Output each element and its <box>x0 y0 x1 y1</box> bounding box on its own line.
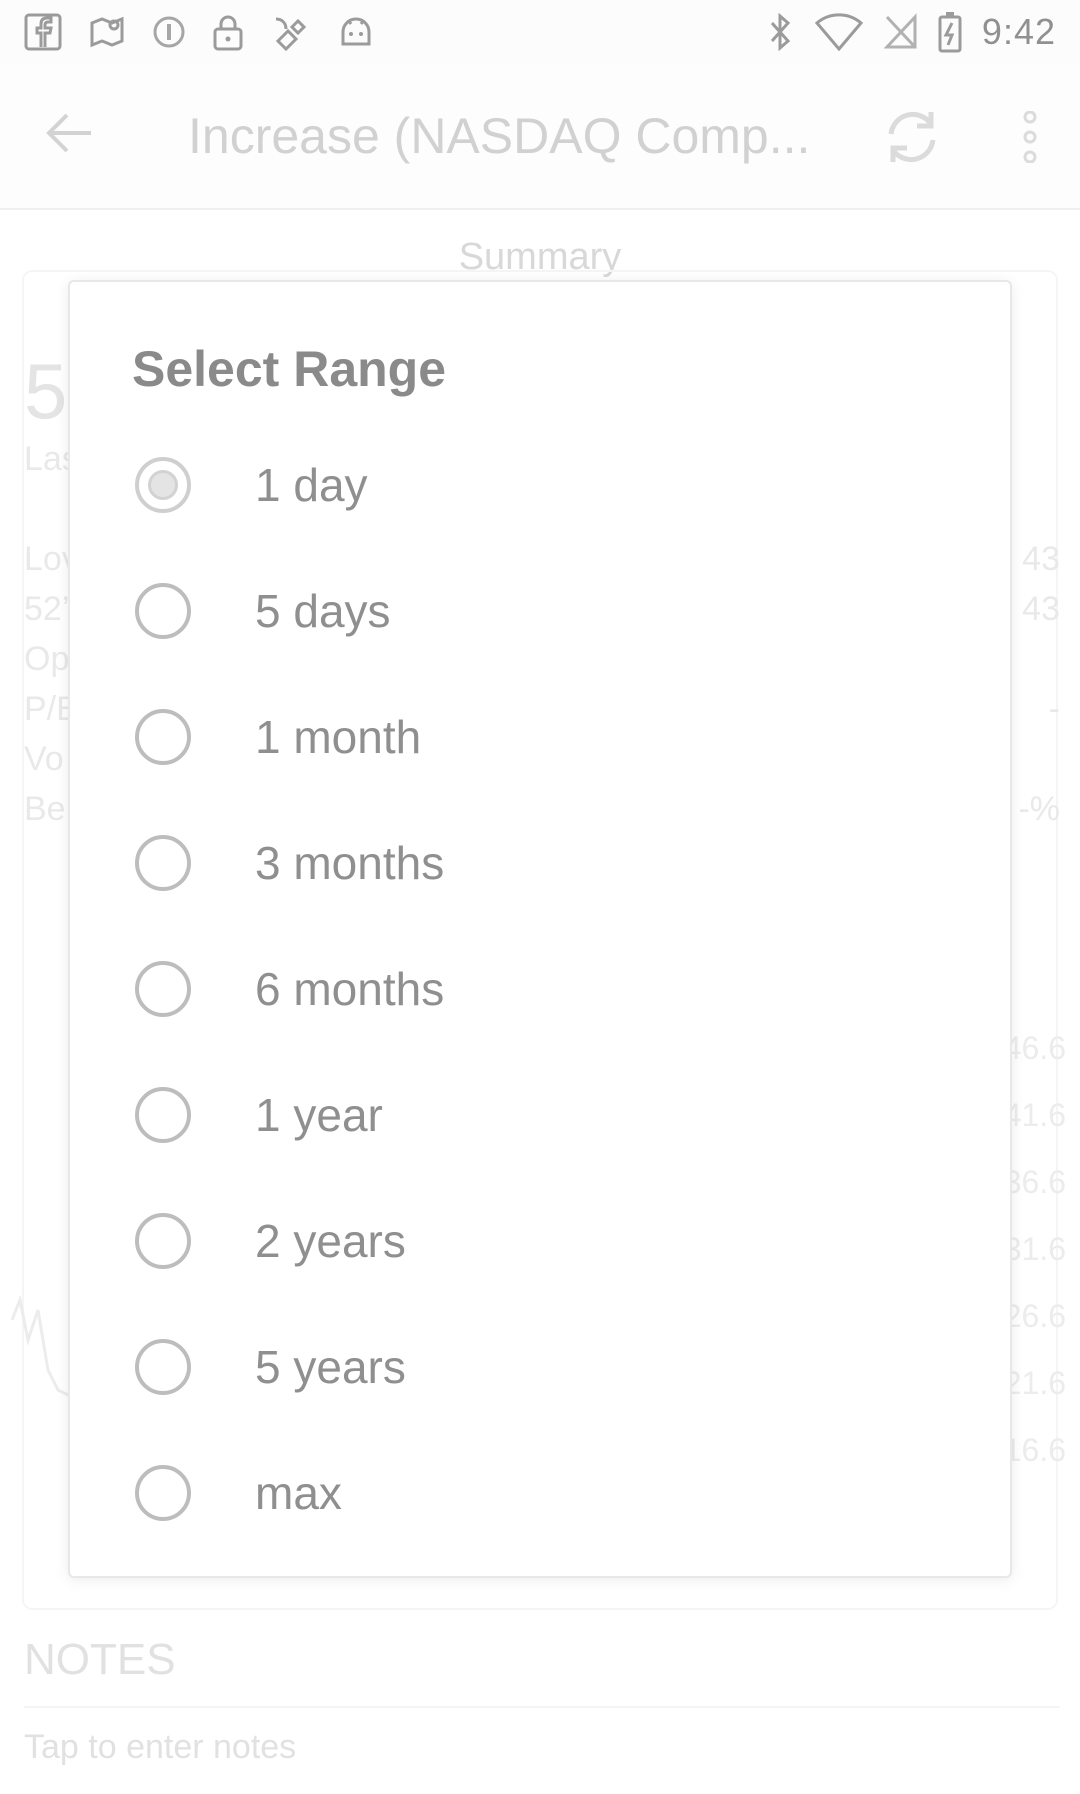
radio-selected-icon[interactable] <box>135 457 191 513</box>
range-option-1-year[interactable]: 1 year <box>70 1052 1014 1178</box>
option-label: 5 years <box>255 1341 406 1393</box>
range-options-list: 1 day 5 days 1 month 3 months 6 months 1… <box>70 422 1014 1556</box>
range-option-1-month[interactable]: 1 month <box>70 674 1014 800</box>
option-label: max <box>255 1467 342 1519</box>
option-label: 3 months <box>255 837 445 889</box>
range-option-2-years[interactable]: 2 years <box>70 1178 1014 1304</box>
radio-icon[interactable] <box>135 835 191 891</box>
range-option-max[interactable]: max <box>70 1430 1014 1556</box>
range-option-1-day[interactable]: 1 day <box>70 422 1014 548</box>
option-label: 1 month <box>255 711 422 763</box>
radio-icon[interactable] <box>135 1465 191 1521</box>
radio-icon[interactable] <box>135 1213 191 1269</box>
option-label: 2 years <box>255 1215 406 1267</box>
radio-icon[interactable] <box>135 709 191 765</box>
range-option-3-months[interactable]: 3 months <box>70 800 1014 926</box>
option-label: 1 year <box>255 1089 383 1141</box>
option-label: 1 day <box>255 459 368 511</box>
range-option-5-years[interactable]: 5 years <box>70 1304 1014 1430</box>
dialog-title: Select Range <box>132 341 447 397</box>
radio-icon[interactable] <box>135 961 191 1017</box>
range-option-5-days[interactable]: 5 days <box>70 548 1014 674</box>
radio-icon[interactable] <box>135 583 191 639</box>
option-label: 5 days <box>255 585 391 637</box>
option-label: 6 months <box>255 963 445 1015</box>
radio-icon[interactable] <box>135 1339 191 1395</box>
select-range-dialog: Select Range 1 day 5 days 1 month 3 mont… <box>68 280 1012 1578</box>
radio-icon[interactable] <box>135 1087 191 1143</box>
stock-detail-screen: 9:42 Increase (NASDAQ Comp... Summary 5 … <box>0 0 1080 1794</box>
range-option-6-months[interactable]: 6 months <box>70 926 1014 1052</box>
